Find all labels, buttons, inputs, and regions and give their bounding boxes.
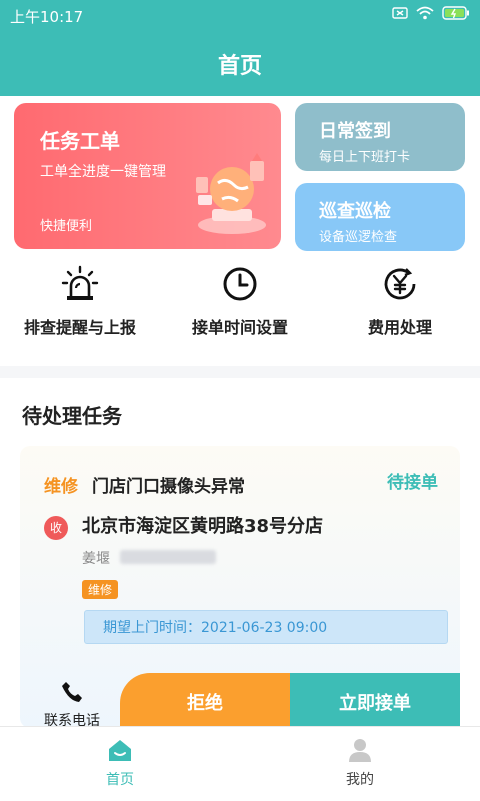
task-order-card[interactable]: 任务工单 工单全进度一键管理 快捷便利 [14,103,281,249]
alarm-light-icon [61,265,99,300]
task-tag: 维修 [82,580,119,599]
battery-icon [442,6,469,20]
quick-action-label: 排查提醒与上报 [23,318,136,337]
reject-button[interactable]: 拒绝 [120,673,290,733]
top-section: 任务工单 工单全进度一键管理 快捷便利 日常签到 每日上下班打卡 巡查巡检 设备… [0,96,480,366]
task-title: 门店门口摄像头异常 [92,477,245,497]
wifi-icon [416,6,434,20]
task-order-footer: 快捷便利 [40,219,93,234]
pending-title: 待处理任务 [22,404,122,428]
task-type: 维修 [44,477,78,497]
patrol-subtitle: 设备巡逻检查 [319,230,398,245]
checkin-card[interactable]: 日常签到 每日上下班打卡 [295,103,465,171]
clock-icon [223,267,257,301]
quick-action-inspection-report[interactable]: 排查提醒与上报 [0,264,160,344]
status-bar: 上午10:17 [0,0,480,30]
quick-action-label: 接单时间设置 [191,318,288,337]
accept-order-button[interactable]: 立即接单 [290,673,460,733]
app-header: 首页 [0,30,480,96]
task-status: 待接单 [387,473,438,493]
page-title: 首页 [217,54,262,79]
task-address: 北京市海淀区黄明路38号分店 [82,516,324,537]
bottom-tab-bar: 首页 我的 [0,726,480,801]
quick-action-label: 费用处理 [367,318,432,337]
task-contact-name: 姜堰 [82,551,110,567]
checkin-subtitle: 每日上下班打卡 [319,150,411,165]
task-order-subtitle: 工单全进度一键管理 [40,164,166,180]
redacted-phone [120,550,216,564]
quick-action-expenses[interactable]: 费用处理 [320,264,480,344]
user-icon [349,739,371,762]
expected-time: 期望上门时间：2021-06-23 09:00 [84,610,448,644]
tab-mine[interactable]: 我的 [240,737,480,789]
task-order-title: 任务工单 [40,129,120,153]
patrol-title: 巡查巡检 [319,201,391,222]
receive-badge: 收 [44,516,68,540]
globe-illustration-icon [196,153,266,234]
tab-home[interactable]: 首页 [0,737,240,789]
home-icon [109,740,131,761]
tab-home-label: 首页 [106,772,134,788]
sim-icon [392,7,408,19]
contact-phone-button[interactable]: 联系电话 [34,680,110,730]
quick-action-order-time[interactable]: 接单时间设置 [160,264,320,344]
status-icons [392,6,470,20]
tab-mine-label: 我的 [346,772,374,788]
status-time: 上午10:17 [10,8,84,26]
yuan-coin-icon [384,268,416,300]
checkin-title: 日常签到 [319,121,391,142]
patrol-card[interactable]: 巡查巡检 设备巡逻检查 [295,183,465,251]
phone-icon [62,682,82,702]
